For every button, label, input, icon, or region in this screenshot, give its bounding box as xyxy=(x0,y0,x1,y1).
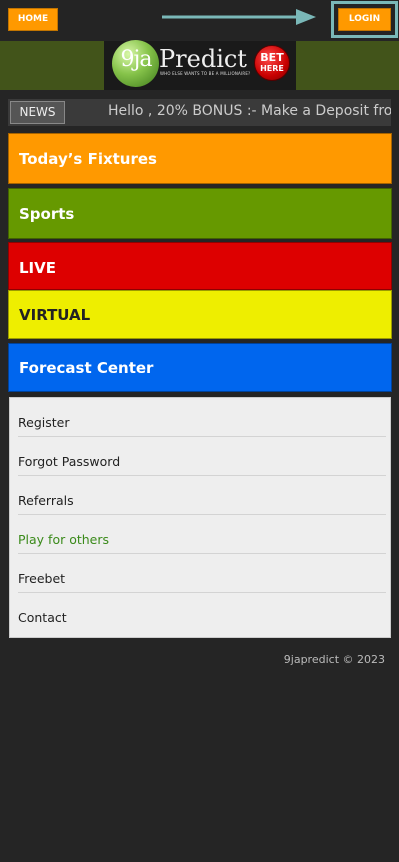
menu-item-register[interactable]: Register xyxy=(18,398,386,437)
logo-name: Predict xyxy=(159,45,247,73)
home-button[interactable]: HOME xyxy=(8,8,58,31)
arrow-right-icon xyxy=(162,9,316,25)
login-button[interactable]: LOGIN xyxy=(338,8,391,31)
category-live[interactable]: LIVE xyxy=(8,242,392,290)
category-sports[interactable]: Sports xyxy=(8,188,392,239)
account-menu: Register Forgot Password Referrals Play … xyxy=(9,397,391,638)
bet-badge-line1: BET xyxy=(260,51,284,64)
top-bar: HOME LOGIN xyxy=(0,0,399,40)
bet-badge-line2: HERE xyxy=(260,64,284,73)
menu-item-forgot-password[interactable]: Forgot Password xyxy=(18,437,386,476)
category-virtual[interactable]: VIRTUAL xyxy=(8,290,392,339)
news-label: NEWS xyxy=(10,101,65,124)
bet-here-badge[interactable]: BET HERE xyxy=(254,45,290,81)
news-ticker: NEWS Hello , 20% BONUS :- Make a Deposit… xyxy=(8,99,391,126)
news-ticker-text[interactable]: Hello , 20% BONUS :- Make a Deposit from… xyxy=(108,103,391,119)
menu-item-contact[interactable]: Contact xyxy=(18,593,386,632)
menu-item-referrals[interactable]: Referrals xyxy=(18,476,386,515)
category-forecast-center[interactable]: Forecast Center xyxy=(8,343,392,392)
logo-ball-text: 9ja xyxy=(120,47,153,72)
menu-item-play-for-others[interactable]: Play for others xyxy=(18,515,386,554)
logo-tagline: WHO ELSE WANTS TO BE A MILLIONAIRE? xyxy=(160,71,251,76)
menu-item-freebet[interactable]: Freebet xyxy=(18,554,386,593)
category-todays-fixtures[interactable]: Today’s Fixtures xyxy=(8,133,392,184)
footer-copyright: 9japredict © 2023 xyxy=(283,653,385,666)
